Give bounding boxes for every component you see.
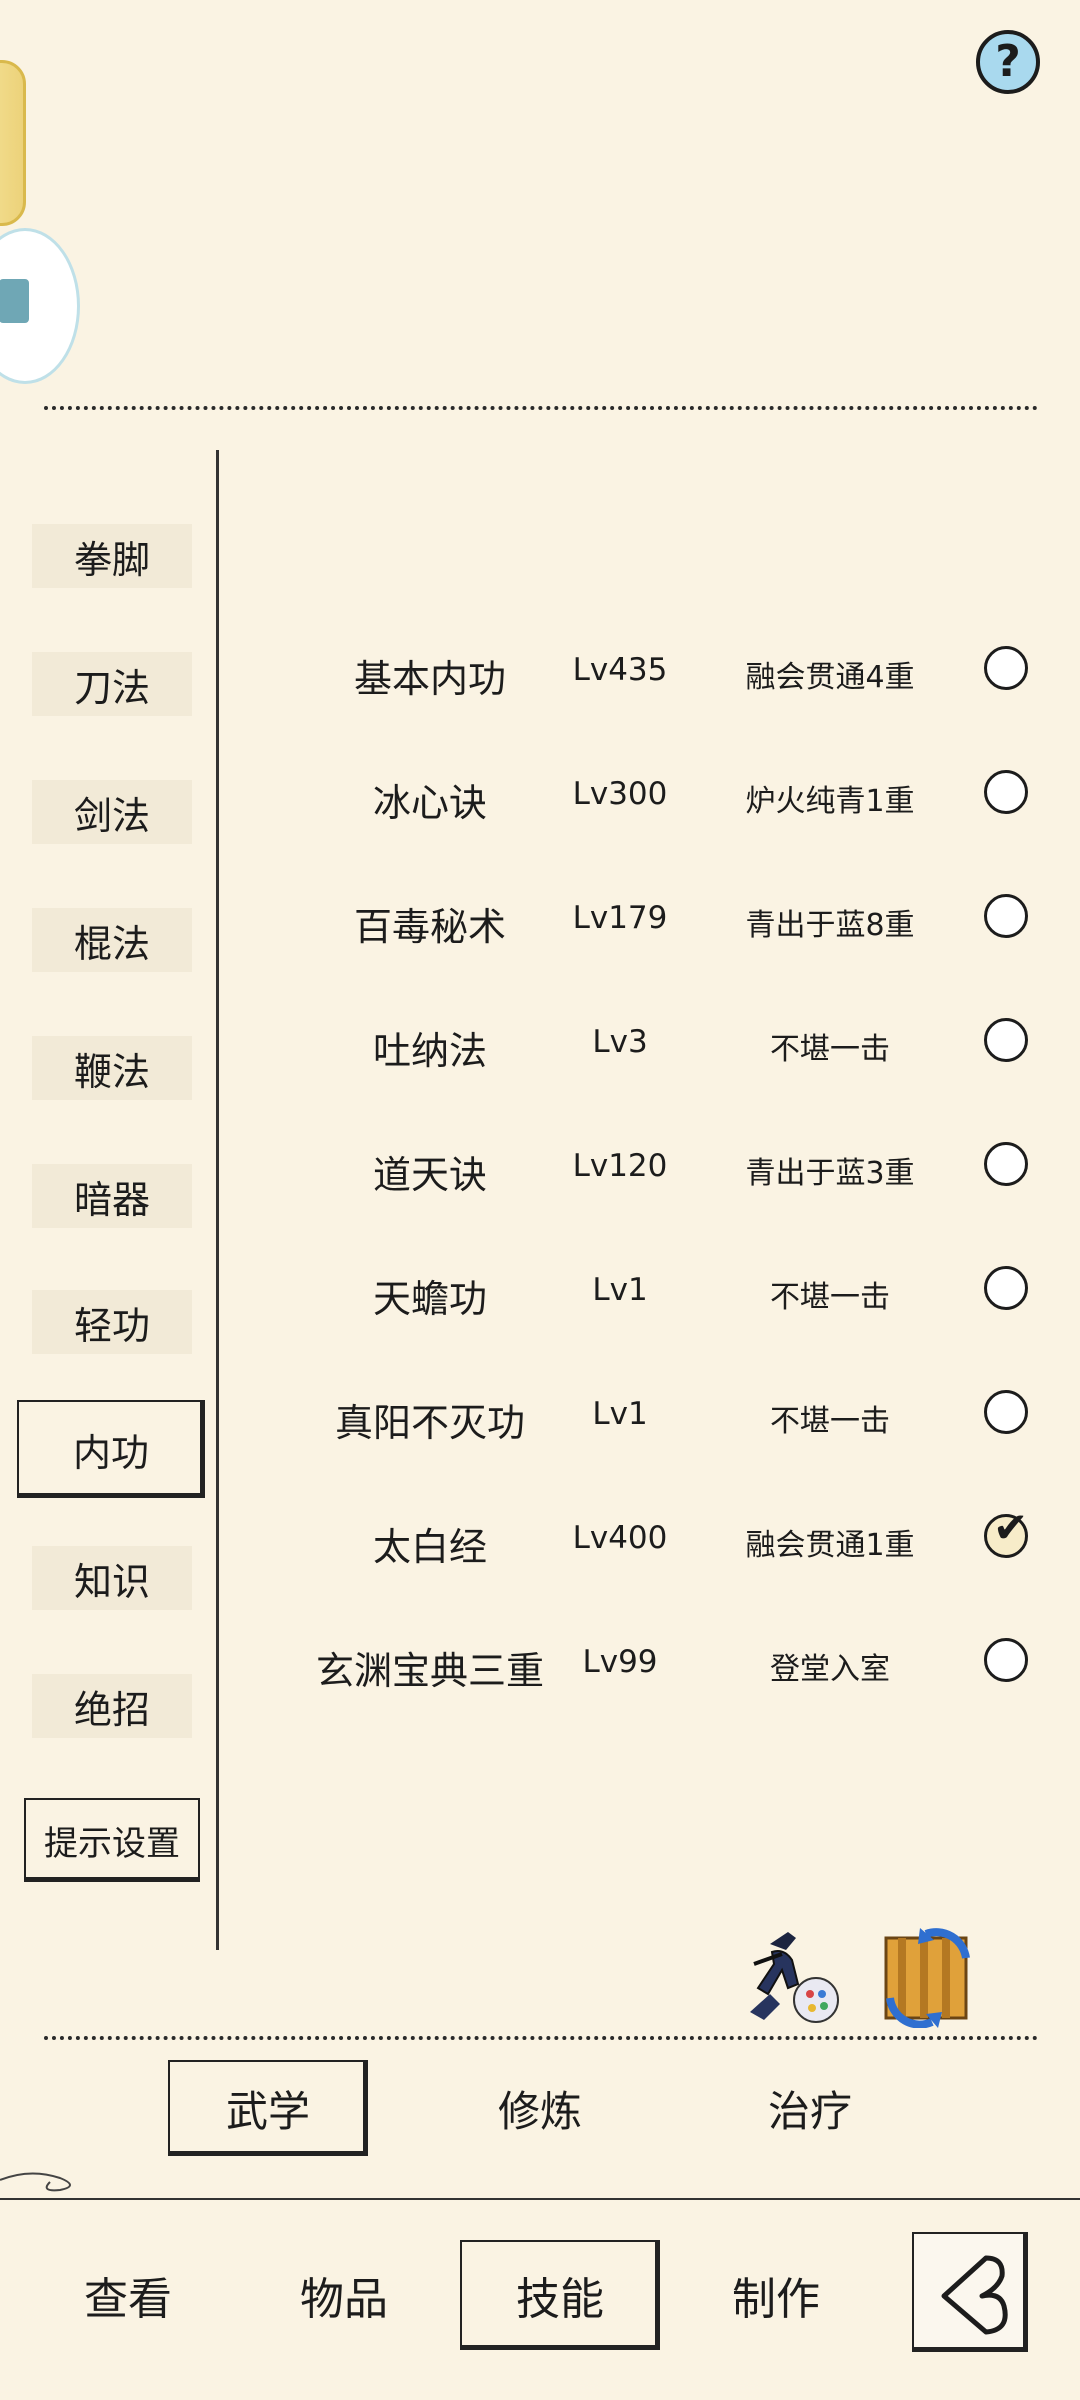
help-icon[interactable]: ? [976,30,1040,94]
skill-level: Lv400 [572,1520,668,1556]
skill-select-radio[interactable] [984,894,1028,938]
back-button[interactable] [912,2232,1028,2352]
hint-settings-button[interactable]: 提示设置 [24,1798,200,1882]
skill-rank: 登堂入室 [770,1652,890,1687]
skill-name: 真阳不灭功 [334,1401,525,1445]
skill-rank: 融会贯通4重 [745,660,915,695]
skill-level: Lv179 [572,900,668,936]
skill-name: 冰心诀 [372,781,487,825]
category-quanjiao[interactable]: 拳脚 [32,524,192,588]
tab-xiulian[interactable]: 修炼 [440,2060,640,2156]
tab-wuxue[interactable]: 武学 [168,2060,368,2156]
skill-select-radio[interactable] [984,646,1028,690]
nav-skills[interactable]: 技能 [460,2240,660,2350]
category-neigong[interactable]: 内功 [17,1400,205,1498]
bottom-nav-border [0,2198,1080,2200]
skill-row[interactable]: 吐纳法 Lv3 不堪一击 [230,992,1050,1092]
skill-rank: 炉火纯青1重 [745,784,915,819]
check-icon: ✔ [993,1503,1029,1552]
skill-row[interactable]: 基本内功 Lv435 融会贯通4重 [230,620,1050,720]
nav-items[interactable]: 物品 [244,2240,444,2350]
skill-name: 道天诀 [372,1153,487,1197]
nav-view[interactable]: 查看 [28,2240,228,2350]
skill-level: Lv300 [572,776,668,812]
skill-rank: 不堪一击 [770,1280,890,1315]
skill-row[interactable]: 太白经 Lv400 融会贯通1重 ✔ [230,1488,1050,1588]
skill-select-radio[interactable]: ✔ [984,1507,1028,1558]
skill-select-radio[interactable] [984,1266,1028,1310]
skill-row[interactable]: 玄渊宝典三重 Lv99 登堂入室 [230,1612,1050,1712]
skill-row[interactable]: 真阳不灭功 Lv1 不堪一击 [230,1364,1050,1464]
category-jianfa[interactable]: 剑法 [32,780,192,844]
skill-name: 吐纳法 [372,1029,487,1073]
skill-level: Lv120 [572,1148,668,1184]
skill-row[interactable]: 天蟾功 Lv1 不堪一击 [230,1240,1050,1340]
skill-level: Lv3 [592,1024,648,1060]
skill-select-radio[interactable] [984,770,1028,814]
skill-level: Lv1 [592,1396,648,1432]
skill-rank: 青出于蓝8重 [745,908,915,943]
skill-level: Lv435 [572,652,668,688]
ninja-paint-icon[interactable] [740,1924,844,2028]
skill-select-radio[interactable] [984,1142,1028,1186]
tab-zhiliao[interactable]: 治疗 [710,2060,910,2156]
category-qinggong[interactable]: 轻功 [32,1290,192,1354]
skill-name: 天蟾功 [372,1277,487,1321]
skill-rank: 不堪一击 [770,1404,890,1439]
back-arrow-icon [941,2255,1008,2335]
category-daofa[interactable]: 刀法 [32,652,192,716]
skill-rank: 融会贯通1重 [745,1528,915,1563]
skill-rank: 不堪一击 [770,1032,890,1067]
skill-level: Lv1 [592,1272,648,1308]
gold-badge-decoration [0,60,26,226]
skill-level: Lv99 [582,1644,658,1680]
skill-name: 百毒秘术 [353,905,506,949]
bottom-divider [44,2036,1038,2040]
category-gunfa[interactable]: 棍法 [32,908,192,972]
skill-row[interactable]: 冰心诀 Lv300 炉火纯青1重 [230,744,1050,844]
skill-name: 太白经 [372,1525,487,1569]
skill-select-radio[interactable] [984,1018,1028,1062]
skill-select-radio[interactable] [984,1638,1028,1682]
house-icon[interactable] [0,228,80,384]
category-bianfa[interactable]: 鞭法 [32,1036,192,1100]
swirl-decoration [0,2172,71,2192]
skill-row[interactable]: 道天诀 Lv120 青出于蓝3重 [230,1116,1050,1216]
skill-name: 玄渊宝典三重 [315,1649,544,1693]
category-zhishi[interactable]: 知识 [32,1546,192,1610]
category-juezhao[interactable]: 绝招 [32,1674,192,1738]
nav-craft[interactable]: 制作 [676,2240,876,2350]
category-anqi[interactable]: 暗器 [32,1164,192,1228]
skill-select-radio[interactable] [984,1390,1028,1434]
skill-name: 基本内功 [353,657,506,701]
sidebar-divider [216,450,219,1950]
skill-rank: 青出于蓝3重 [745,1156,915,1191]
scroll-swap-icon[interactable] [876,1928,984,2028]
top-divider [44,406,1038,410]
skill-row[interactable]: 百毒秘术 Lv179 青出于蓝8重 [230,868,1050,968]
